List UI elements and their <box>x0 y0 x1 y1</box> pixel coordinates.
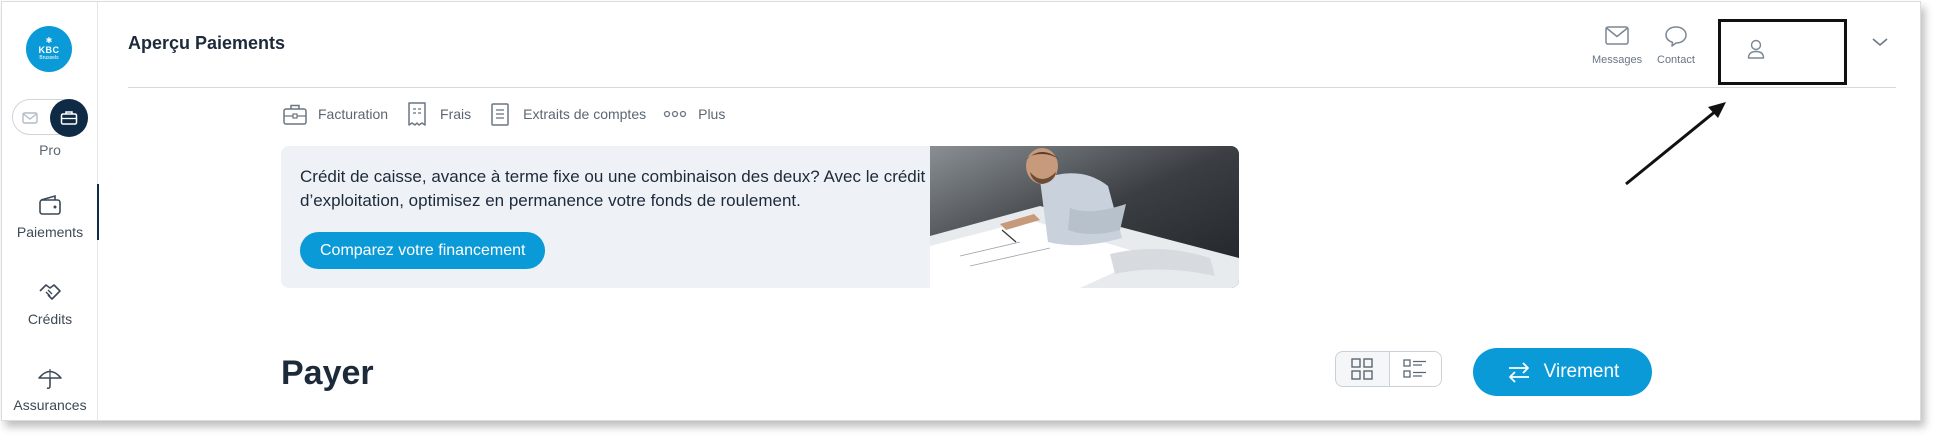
toggle-label: Pro <box>39 142 61 158</box>
link-plus[interactable]: Plus <box>662 101 725 127</box>
nav-item-credits[interactable]: Crédits <box>2 279 98 329</box>
annotation-arrow-icon <box>1625 102 1726 186</box>
handshake-icon <box>39 284 61 300</box>
header-divider <box>128 87 1896 88</box>
grid-view-button[interactable] <box>1336 352 1389 386</box>
wallet-icon <box>39 194 61 215</box>
briefcase-icon <box>283 104 307 125</box>
view-toggle <box>1335 351 1442 387</box>
link-frais[interactable]: Frais <box>404 101 471 127</box>
nav-item-assurances[interactable]: Assurances <box>2 365 98 415</box>
envelope-icon <box>1605 26 1629 45</box>
kbc-logo[interactable]: ✱ KBC Brussels <box>26 26 72 72</box>
transfer-button[interactable]: Virement <box>1473 348 1652 396</box>
chat-bubble-icon <box>1665 26 1687 47</box>
link-label: Plus <box>698 106 726 122</box>
nav-item-paiements[interactable]: Paiements <box>2 184 99 242</box>
compare-financing-button[interactable]: Comparez votre financement <box>300 232 546 269</box>
link-label: Extraits de comptes <box>523 106 647 122</box>
link-label: Frais <box>440 106 472 122</box>
more-dots-icon <box>663 110 687 118</box>
link-label: Facturation <box>318 106 389 122</box>
transfer-label: Virement <box>1543 361 1620 382</box>
user-menu-button[interactable] <box>1718 19 1847 85</box>
list-view-icon <box>1403 359 1427 378</box>
envelope-icon[interactable] <box>21 109 39 127</box>
promo-photo <box>930 146 1239 288</box>
user-icon <box>1747 39 1765 59</box>
promo-text: Crédit de caisse, avance à terme fixe ou… <box>300 167 926 210</box>
chevron-down-icon[interactable] <box>1871 36 1889 48</box>
messages-label: Messages <box>1592 54 1643 66</box>
contact-label: Contact <box>1657 54 1695 66</box>
link-facturation[interactable]: Facturation <box>282 101 388 127</box>
page-title: Aperçu Paiements <box>128 33 286 53</box>
list-view-button[interactable] <box>1388 352 1441 386</box>
nav-label: Paiements <box>16 224 84 240</box>
umbrella-icon <box>38 369 62 390</box>
promo-banner: Crédit de caisse, avance à terme fixe ou… <box>281 146 1239 288</box>
grid-view-icon <box>1351 358 1373 380</box>
section-title-payer: Payer <box>281 354 374 392</box>
logo-subtext: Brussels <box>39 55 59 61</box>
receipt-icon <box>408 102 426 126</box>
briefcase-icon <box>60 111 78 125</box>
logo-text: KBC <box>38 45 60 55</box>
link-extraits[interactable]: Extraits de comptes <box>487 101 646 127</box>
app-window: ✱ KBC Brussels Pro Paiements Crédits Ass… <box>1 1 1921 421</box>
nav-label: Crédits <box>27 311 73 327</box>
left-rail: ✱ KBC Brussels Pro Paiements Crédits Ass… <box>2 2 99 420</box>
contact-button[interactable]: Contact <box>1657 24 1695 68</box>
private-pro-toggle[interactable] <box>12 99 88 137</box>
transfer-arrows-icon <box>1508 362 1529 383</box>
document-icon <box>491 103 509 126</box>
messages-button[interactable]: Messages <box>1592 24 1642 68</box>
logo-mark: ✱ <box>45 36 53 45</box>
secondary-links: Facturation Frais Extraits de comptes Pl… <box>282 101 741 127</box>
nav-label: Assurances <box>13 397 87 413</box>
pro-option[interactable] <box>50 99 88 137</box>
